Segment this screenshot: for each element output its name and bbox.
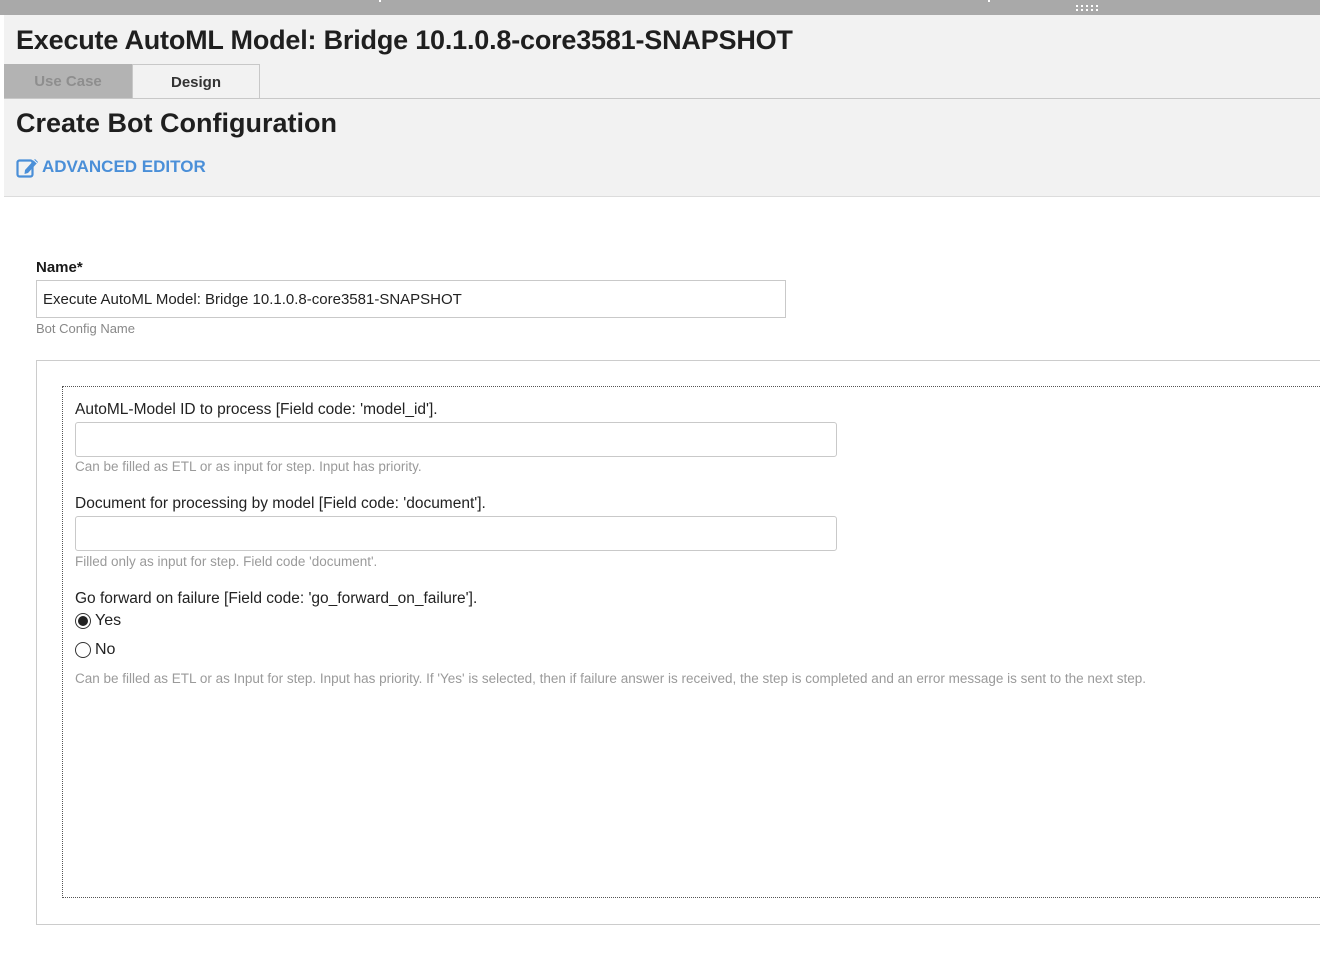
go-forward-radio-no[interactable]: No: [75, 641, 115, 659]
config-panel: AutoML-Model ID to process [Field code: …: [36, 360, 1320, 925]
config-form: AutoML-Model ID to process [Field code: …: [62, 386, 1320, 898]
document-input[interactable]: [75, 516, 837, 551]
go-forward-label: Go forward on failure [Field code: 'go_f…: [75, 590, 478, 607]
radio-unselected-icon[interactable]: [75, 642, 91, 658]
edit-icon: [16, 159, 38, 178]
name-input[interactable]: [36, 280, 786, 318]
tab-divider: [4, 98, 1320, 99]
top-bar-seam: [988, 0, 990, 2]
tab-design[interactable]: Design: [132, 64, 260, 99]
advanced-editor-label: ADVANCED EDITOR: [42, 157, 206, 176]
model-id-hint: Can be filled as ETL or as input for ste…: [75, 459, 422, 474]
window-top-bar[interactable]: [0, 0, 1320, 15]
model-id-input[interactable]: [75, 422, 837, 457]
drag-handle-icon[interactable]: [1076, 5, 1102, 13]
radio-no-label: No: [95, 641, 116, 658]
page: Execute AutoML Model: Bridge 10.1.0.8-co…: [0, 0, 1320, 958]
section-title: Create Bot Configuration: [16, 108, 337, 138]
model-id-label: AutoML-Model ID to process [Field code: …: [75, 401, 438, 418]
top-bar-seam: [379, 0, 381, 2]
go-forward-radio-yes[interactable]: Yes: [75, 612, 121, 630]
window-title: Execute AutoML Model: Bridge 10.1.0.8-co…: [16, 25, 793, 55]
window-header: Execute AutoML Model: Bridge 10.1.0.8-co…: [4, 15, 1320, 197]
name-label: Name*: [36, 259, 83, 276]
go-forward-hint: Can be filled as ETL or as Input for ste…: [75, 671, 1146, 686]
bot-config-window: Execute AutoML Model: Bridge 10.1.0.8-co…: [4, 15, 1320, 958]
name-hint: Bot Config Name: [36, 321, 135, 336]
document-hint: Filled only as input for step. Field cod…: [75, 554, 378, 569]
radio-yes-label: Yes: [95, 612, 122, 629]
tab-use-case[interactable]: Use Case: [4, 64, 132, 98]
tab-bar: Use Case Design: [4, 64, 260, 99]
advanced-editor-link[interactable]: ADVANCED EDITOR: [16, 156, 206, 178]
document-label: Document for processing by model [Field …: [75, 495, 486, 512]
radio-selected-icon[interactable]: [75, 613, 91, 629]
